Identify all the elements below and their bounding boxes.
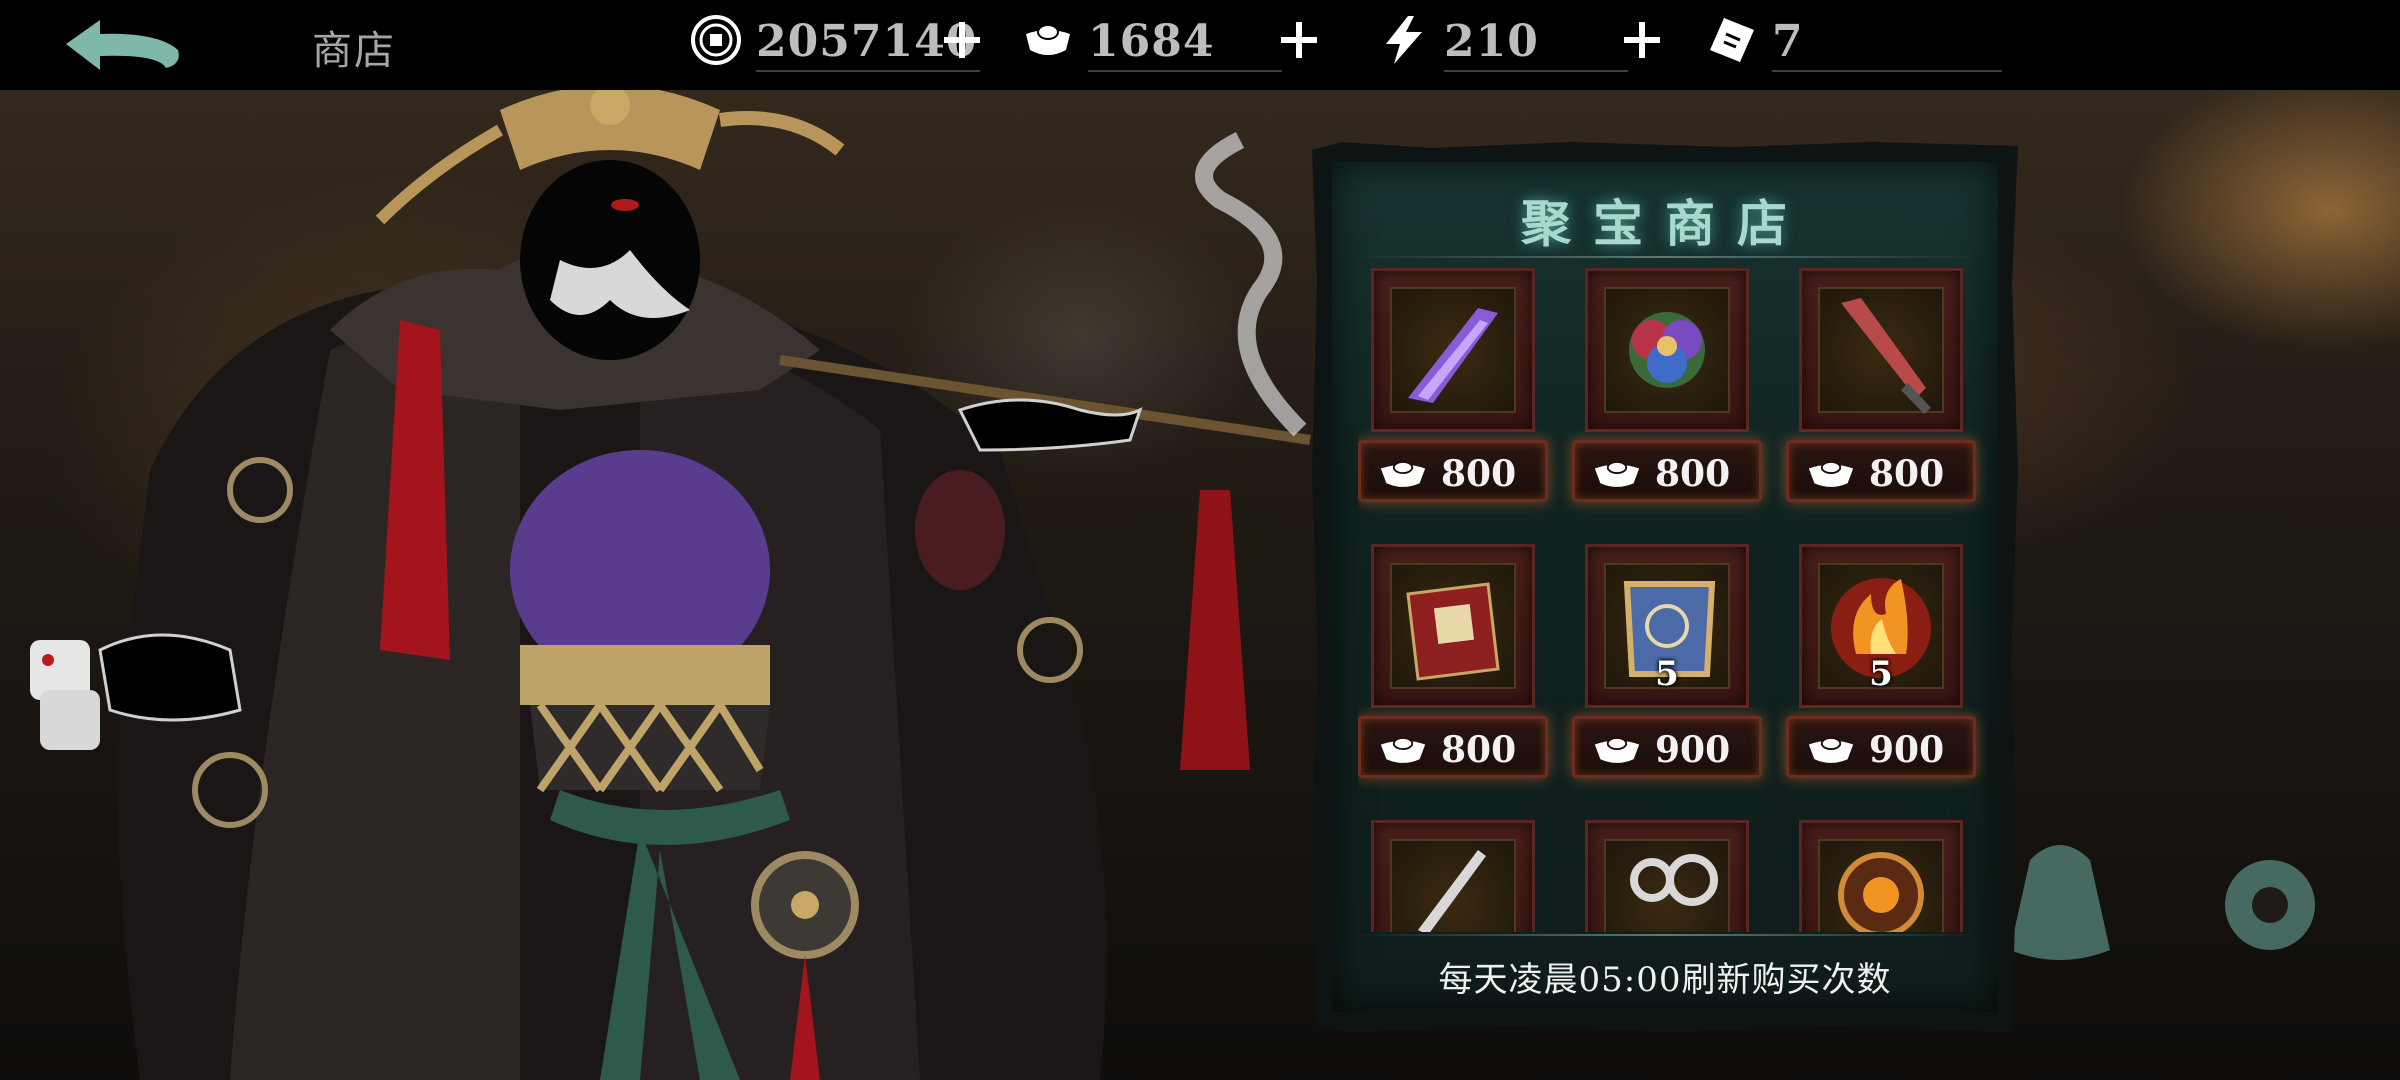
plus-icon: [1618, 16, 1666, 64]
item-quantity: 5: [1655, 654, 1679, 694]
silver-ingot-icon: [1026, 24, 1070, 55]
back-arrow-icon: [66, 20, 179, 70]
ingot-counter: 1684: [1022, 10, 1282, 72]
plus-icon: [938, 16, 986, 64]
silver-ingot-icon: [1808, 461, 1854, 487]
item-price: 900: [1655, 729, 1731, 771]
merchant-character: [30, 90, 1311, 1080]
back-button[interactable]: [58, 14, 188, 76]
shop-item-5[interactable]: 5 900: [1572, 544, 1762, 784]
item-price: 800: [1441, 453, 1517, 495]
ticket-icon: [1710, 18, 1754, 62]
item-quantity: 5: [1869, 654, 1893, 694]
item-price: 900: [1869, 729, 1945, 771]
ingot-value: 1684: [1088, 16, 1215, 67]
price-tag[interactable]: 900: [1786, 716, 1976, 778]
shop-item-4[interactable]: 800: [1358, 544, 1548, 784]
blade-icon: [1418, 850, 1486, 932]
add-ingot-button[interactable]: [1275, 10, 1323, 70]
energy-underline: [1444, 70, 1628, 72]
silver-ingot-icon: [1594, 461, 1640, 487]
gear-icon: [2225, 860, 2315, 950]
title-divider: [1352, 256, 1978, 258]
shop-item-8[interactable]: [1572, 820, 1762, 932]
add-energy-button[interactable]: [1618, 10, 1666, 70]
coin-icon: [691, 15, 741, 65]
price-tag[interactable]: 900: [1572, 716, 1762, 778]
ticket-underline: [1772, 70, 2002, 72]
silver-ingot-icon: [1380, 737, 1426, 763]
shop-item-3[interactable]: 800: [1786, 268, 1976, 508]
item-price: 800: [1655, 453, 1731, 495]
shop-panel: 聚宝商店 800 800 800 800 5 900 5 900 每天凌晨05:…: [1312, 142, 2018, 1032]
price-tag[interactable]: 800: [1786, 440, 1976, 502]
bg-gear-button: [2195, 840, 2345, 1040]
item-grid: 800 800 800 800 5 900 5 900: [1358, 268, 1988, 932]
price-tag[interactable]: 800: [1358, 716, 1548, 778]
silver-ingot-icon: [1594, 737, 1640, 763]
coin-counter: 2057140: [690, 10, 980, 72]
page-title: 商店: [312, 28, 396, 74]
item-price: 800: [1869, 453, 1945, 495]
plus-icon: [1275, 16, 1323, 64]
ticket-value: 7: [1772, 16, 1804, 67]
shackle-icon: [1630, 854, 1718, 906]
top-bar: 商店 2057140 1684 210 7: [0, 0, 2400, 90]
silver-ingot-icon: [1808, 737, 1854, 763]
energy-counter: 210: [1378, 10, 1628, 72]
shop-item-7[interactable]: [1358, 820, 1548, 932]
refresh-note: 每天凌晨05:00刷新购买次数: [1438, 960, 1892, 1000]
shop-item-2[interactable]: 800: [1572, 268, 1762, 508]
add-coin-button[interactable]: [938, 10, 986, 70]
item-price: 800: [1441, 729, 1517, 771]
shop-title: 聚宝商店: [1521, 194, 1809, 253]
ingot-underline: [1088, 70, 1282, 72]
lightning-icon: [1386, 16, 1422, 64]
coin-underline: [756, 70, 980, 72]
shop-item-9[interactable]: [1786, 820, 1976, 932]
energy-value: 210: [1444, 16, 1539, 67]
ticket-counter: 7: [1706, 10, 2002, 72]
price-tag[interactable]: 800: [1358, 440, 1548, 502]
bagua-icon: [1838, 852, 1924, 932]
silver-ingot-icon: [1380, 461, 1426, 487]
shop-item-1[interactable]: 800: [1358, 268, 1548, 508]
footer-divider: [1352, 934, 1978, 936]
shop-item-6[interactable]: 5 900: [1786, 544, 1976, 784]
price-tag[interactable]: 800: [1572, 440, 1762, 502]
